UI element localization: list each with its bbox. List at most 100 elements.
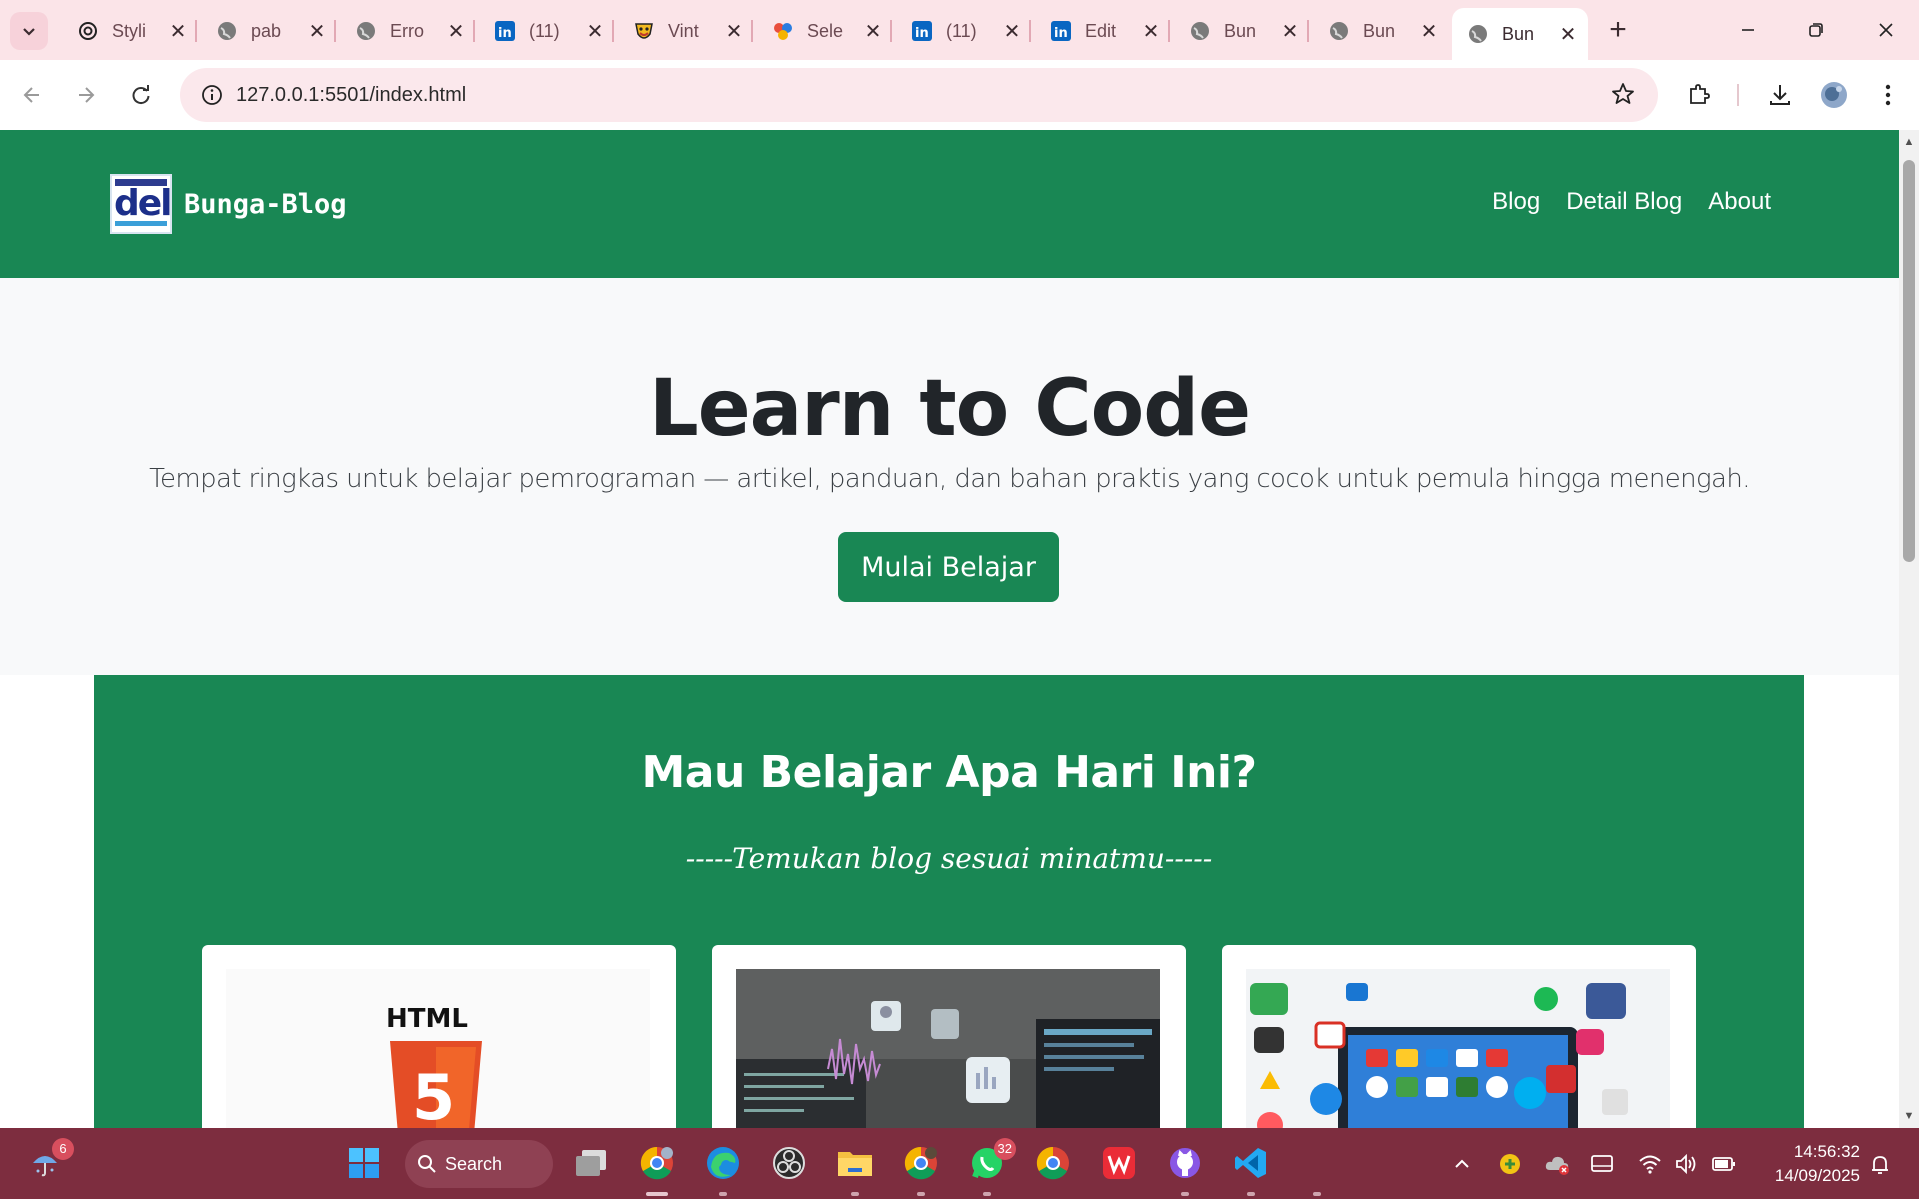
tab-title: (11) (946, 20, 977, 41)
tab-title: (11) (529, 20, 560, 41)
browser-tab[interactable]: Bun ✕ (1174, 10, 1310, 52)
close-icon[interactable]: ✕ (1280, 19, 1300, 44)
taskbar-file-explorer[interactable] (832, 1140, 878, 1196)
scroll-up-icon[interactable]: ▲ (1903, 136, 1915, 148)
downloads-button[interactable] (1760, 75, 1800, 115)
browser-tab[interactable]: in Edit ✕ (1035, 10, 1171, 52)
page-scrollbar[interactable]: ▲ ▼ (1899, 130, 1919, 1128)
restore-icon (1809, 23, 1823, 37)
taskbar-clock[interactable]: 14:56:32 14/09/2025 (1756, 1140, 1860, 1188)
taskbar-vscode[interactable] (1228, 1140, 1274, 1196)
html5-number: 5 (412, 1061, 455, 1128)
browser-tab[interactable]: Bun ✕ (1313, 10, 1449, 52)
extensions-button[interactable] (1679, 75, 1719, 115)
close-icon[interactable]: ✕ (168, 19, 188, 44)
topics-section: Mau Belajar Apa Hari Ini? -----Temukan b… (94, 675, 1804, 1128)
start-button[interactable] (341, 1140, 387, 1186)
blog-card-apps[interactable] (1222, 945, 1696, 1128)
url-text[interactable]: 127.0.0.1:5501/index.html (236, 84, 466, 107)
browser-tab[interactable]: Styli ✕ (62, 10, 198, 52)
new-tab-button[interactable]: + (1600, 14, 1636, 48)
browser-tab[interactable]: pab ✕ (201, 10, 337, 52)
task-view-button[interactable] (568, 1140, 614, 1186)
nav-link-about[interactable]: About (1708, 188, 1771, 216)
search-label: Search (445, 1153, 503, 1174)
close-window-button[interactable] (1858, 10, 1914, 50)
forward-button[interactable] (66, 75, 106, 115)
address-bar[interactable]: 127.0.0.1:5501/index.html (180, 68, 1658, 122)
arrow-right-icon (79, 87, 95, 103)
scroll-down-icon[interactable]: ▼ (1903, 1110, 1915, 1122)
nav-link-blog[interactable]: Blog (1492, 188, 1540, 216)
close-icon[interactable]: ✕ (1002, 19, 1022, 44)
tab-title: Bun (1502, 23, 1535, 44)
tray-display-icon[interactable] (1588, 1150, 1616, 1178)
weather-widget[interactable]: 6 (22, 1138, 74, 1186)
profile-button[interactable] (1814, 75, 1854, 115)
browser-tab[interactable]: in (11) ✕ (479, 10, 615, 52)
browser-menu-button[interactable] (1868, 75, 1908, 115)
tab-search-button[interactable] (10, 12, 48, 50)
taskbar-github[interactable] (1162, 1140, 1208, 1196)
section-title: Mau Belajar Apa Hari Ini? (641, 747, 1257, 798)
back-button[interactable] (12, 75, 52, 115)
hero-subtitle: Tempat ringkas untuk belajar pemrograman… (149, 464, 1750, 494)
taskbar-chrome-profile[interactable] (898, 1140, 944, 1196)
site-brand[interactable]: del Bunga-Blog (110, 174, 347, 234)
browser-tab-active[interactable]: Bun ✕ (1452, 8, 1588, 60)
reload-button[interactable] (121, 75, 161, 115)
tray-volume[interactable] (1672, 1150, 1700, 1178)
toolbar-divider (1737, 84, 1739, 106)
blog-card-coding[interactable] (712, 945, 1186, 1128)
running-indicator (983, 1192, 991, 1196)
svg-text:in: in (915, 26, 929, 41)
taskbar-search[interactable]: Search (405, 1140, 553, 1188)
tab-divider (1168, 20, 1170, 42)
browser-tab[interactable]: Sele ✕ (757, 10, 893, 52)
scrollbar-thumb[interactable] (1903, 160, 1915, 562)
tray-app-icon[interactable] (1496, 1150, 1524, 1178)
task-view-icon (576, 1150, 606, 1176)
nav-link-detail-blog[interactable]: Detail Blog (1566, 188, 1682, 216)
close-icon[interactable]: ✕ (585, 19, 605, 44)
close-icon[interactable]: ✕ (724, 19, 744, 44)
tray-battery[interactable] (1710, 1150, 1738, 1178)
close-icon[interactable]: ✕ (863, 19, 883, 44)
tray-overflow-button[interactable] (1448, 1150, 1476, 1178)
tab-title: pab (251, 20, 282, 41)
brand-name: Bunga-Blog (184, 188, 347, 220)
taskbar-chrome-active[interactable] (634, 1140, 680, 1196)
tray-wifi[interactable] (1636, 1150, 1664, 1178)
browser-tab[interactable]: in (11) ✕ (896, 10, 1032, 52)
close-icon[interactable]: ✕ (446, 19, 466, 44)
taskbar-wps[interactable] (1096, 1140, 1142, 1186)
clock-date: 14/09/2025 (1774, 1166, 1860, 1185)
notification-center[interactable] (1866, 1150, 1894, 1178)
logo-band (115, 221, 167, 226)
bookmark-star-icon[interactable] (1610, 81, 1636, 112)
taskbar-whatsapp[interactable]: 32 (964, 1138, 1016, 1196)
blog-card-html[interactable]: HTML 5 (202, 945, 676, 1128)
close-icon[interactable]: ✕ (1141, 19, 1161, 44)
chevron-up-icon (1455, 1159, 1469, 1168)
chrome-icon (640, 1146, 673, 1180)
close-icon[interactable]: ✕ (307, 19, 327, 44)
taskbar-extra-app[interactable] (1294, 1140, 1340, 1196)
close-icon[interactable]: ✕ (1558, 22, 1578, 47)
browser-tab[interactable]: Erro ✕ (340, 10, 476, 52)
onedrive-status[interactable] (1544, 1150, 1572, 1178)
site-info-icon[interactable] (192, 84, 232, 106)
obs-icon (773, 1147, 805, 1179)
tab-title: Edit (1085, 20, 1117, 41)
chrome-icon (904, 1146, 937, 1180)
battery-charging-icon (1712, 1157, 1735, 1171)
tab-divider (1307, 20, 1309, 42)
browser-tab[interactable]: Vint ✕ (618, 10, 754, 52)
close-icon[interactable]: ✕ (1419, 19, 1439, 44)
start-learning-button[interactable]: Mulai Belajar (838, 532, 1059, 602)
taskbar-chrome[interactable] (1030, 1140, 1076, 1186)
taskbar-obs[interactable] (766, 1140, 812, 1186)
restore-button[interactable] (1788, 10, 1844, 50)
minimize-button[interactable] (1720, 10, 1776, 50)
taskbar-edge[interactable] (700, 1140, 746, 1196)
